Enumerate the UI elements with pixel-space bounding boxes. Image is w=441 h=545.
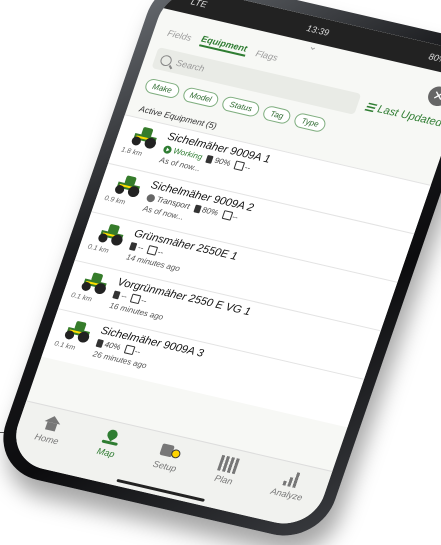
nav-analyze[interactable]: Analyze	[269, 468, 310, 503]
bottom-nav: Home Map Setup Plan Analyze	[5, 400, 333, 531]
nav-plan[interactable]: Plan	[213, 454, 241, 487]
filter-chip-tag[interactable]: Tag	[261, 104, 293, 126]
fuel-level: --	[112, 290, 129, 302]
filter-chip-model[interactable]: Model	[180, 86, 221, 109]
search-icon	[159, 53, 174, 67]
def-value: --	[139, 295, 148, 306]
filter-chip-status[interactable]: Status	[220, 95, 262, 118]
tractor-icon	[129, 125, 163, 150]
nav-label: Analyze	[269, 485, 304, 503]
equipment-distance: 0.1 km	[53, 340, 77, 352]
bar-chart-icon	[280, 470, 303, 489]
setup-icon	[159, 441, 182, 460]
def-level: --	[221, 210, 239, 222]
map-pin-icon	[100, 428, 123, 447]
fuel-value: --	[136, 243, 145, 253]
fuel-level: --	[128, 241, 145, 253]
nav-label: Home	[33, 431, 61, 447]
transport-icon	[145, 193, 156, 203]
search-placeholder: Search	[174, 57, 206, 74]
filter-chip-type[interactable]: Type	[292, 111, 328, 134]
equipment-distance: 0.1 km	[86, 243, 110, 255]
fuel-value: 90%	[213, 156, 232, 169]
home-icon	[41, 414, 64, 433]
def-value: --	[243, 162, 252, 173]
def-level: --	[146, 245, 165, 258]
def-value: --	[133, 346, 142, 357]
network-indicator: LTE	[189, 0, 209, 10]
def-level: --	[129, 294, 148, 306]
def-level: --	[233, 160, 252, 173]
tab-flags[interactable]: Flags	[255, 48, 280, 62]
close-button[interactable]: ✕	[425, 84, 441, 109]
nav-map[interactable]: Map	[95, 428, 122, 460]
status-time: 13:39	[305, 23, 331, 38]
fuel-value: --	[119, 291, 129, 302]
fuel-value: 40%	[103, 339, 122, 353]
equipment-distance: 0.1 km	[69, 291, 93, 304]
equipment-distance: 1.8 km	[120, 146, 143, 158]
nav-setup[interactable]: Setup	[152, 441, 184, 474]
plan-icon	[217, 454, 241, 475]
sort-icon: ☰	[363, 100, 377, 115]
def-level: --	[123, 344, 142, 357]
def-value: --	[156, 247, 165, 258]
fuel-value: 80%	[200, 205, 220, 218]
tab-fields[interactable]: Fields	[166, 28, 193, 43]
battery-indicator: 80%	[427, 51, 441, 65]
nav-home[interactable]: Home	[33, 413, 66, 447]
filter-chip-make[interactable]: Make	[143, 77, 181, 100]
nav-label: Map	[95, 445, 116, 460]
equipment-distance: 0.9 km	[103, 194, 127, 207]
nav-label: Setup	[151, 458, 178, 474]
mower-icon	[79, 270, 113, 296]
phone-device: LTE 13:39 80% ⌄ Fields Equipment Flags ✕…	[0, 0, 441, 545]
play-icon	[162, 145, 173, 155]
close-icon: ✕	[430, 87, 441, 105]
tractor-icon	[113, 173, 147, 199]
tractor-icon	[63, 319, 97, 344]
def-value: --	[231, 212, 240, 223]
mower-icon	[96, 222, 130, 247]
nav-label: Plan	[213, 473, 235, 487]
